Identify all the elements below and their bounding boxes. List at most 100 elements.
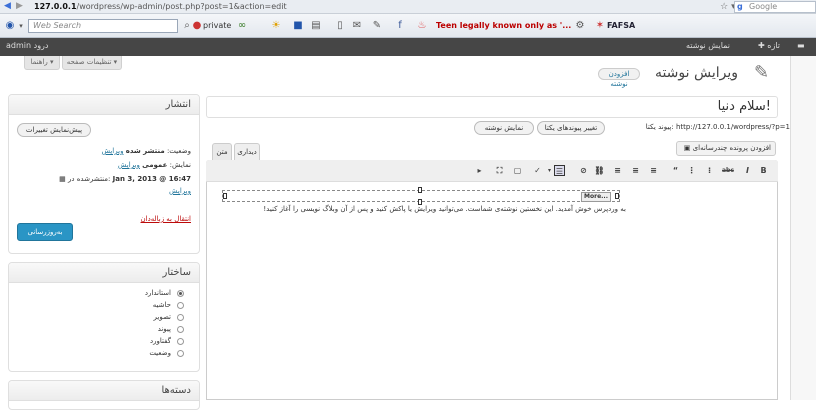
calendar-icon: ▦ (59, 175, 66, 183)
comments-icon[interactable]: ▬ (797, 41, 805, 50)
tab-html[interactable]: متن (212, 143, 232, 161)
view-post-button[interactable]: نمایش نوشته (474, 121, 534, 135)
bulleted-list-icon[interactable]: ⁝ (704, 165, 715, 176)
publish-box-title: انتشار (9, 95, 199, 115)
post-content[interactable]: به وردپرس خوش آمدید. این نخستین نوشته‌ی … (263, 205, 626, 213)
screen-options-tab[interactable]: تنظیمات صفحه ▾ (62, 56, 122, 70)
page-icon[interactable]: ▯ (334, 20, 346, 32)
edit-status-link[interactable]: ویرایش (101, 147, 123, 155)
numbered-list-icon[interactable]: ⋮ (686, 165, 697, 176)
facebook-icon[interactable]: f (394, 20, 406, 32)
format-label-standard: استاندارد (144, 289, 171, 297)
format-label-aside: حاشیه (152, 301, 171, 309)
align-right-icon[interactable]: ≡ (612, 165, 623, 176)
page-title: ویرایش نوشته (654, 65, 738, 81)
back-icon[interactable]: ◀ (4, 1, 11, 11)
weather-icon[interactable]: ☀ (270, 20, 282, 32)
edit-visibility-link[interactable]: ویرایش (118, 161, 140, 169)
permalink-url[interactable]: http://127.0.0.1/wordpress/?p=1 (676, 123, 790, 131)
italic-icon[interactable]: I (742, 165, 753, 176)
spellcheck-icon[interactable]: ✓ (532, 165, 543, 176)
news-ticker[interactable]: Teen legally known only as '... (436, 20, 571, 32)
blockquote-icon[interactable]: “ (670, 165, 681, 176)
view-post-link[interactable]: نمایش نوشته (686, 41, 730, 50)
gear-icon[interactable]: ⚙ (574, 20, 586, 32)
right-panel (790, 56, 816, 400)
insert-link-icon[interactable]: ⛓ (594, 165, 605, 176)
permalink-label: پیوند یکتا: (645, 123, 674, 131)
browser-toolbar: ◉ ▾ Web Search ⌕ ● private ∞ ☀ ■ ▤ ▯ ✉ ✎… (0, 14, 816, 38)
plus-icon: ✚ (758, 41, 765, 50)
status-label: وضعیت: (166, 147, 191, 155)
format-radio-status[interactable] (177, 350, 184, 357)
link-icon[interactable]: ∞ (236, 20, 248, 32)
change-permalinks-button[interactable]: تغییر پیوندهای یکتا (537, 121, 605, 135)
toggle-toolbar-icon[interactable]: ▸ (474, 165, 485, 176)
address-field[interactable]: 127.0.0.1/wordpress/wp-admin/post.php?po… (34, 2, 287, 11)
fullscreen-icon[interactable]: ⛶ (494, 165, 505, 176)
bold-icon[interactable]: B (758, 165, 769, 176)
update-button[interactable]: به‌روزرسانی (17, 223, 73, 241)
mail-icon[interactable]: ✉ (351, 20, 363, 32)
star-icon[interactable]: ✶ (594, 20, 606, 32)
format-box-title: ساختار (9, 263, 199, 283)
format-label-status: وضعیت (149, 349, 171, 357)
pin-icon: ✎ (754, 62, 770, 83)
admin-user-link[interactable]: admin درود (6, 41, 48, 50)
format-radio-image[interactable] (177, 314, 184, 321)
move-to-trash-link[interactable]: انتقال به زباله‌دان (141, 215, 191, 223)
align-center-icon[interactable]: ≡ (630, 165, 641, 176)
format-radio-quote[interactable] (177, 338, 184, 345)
more-tag[interactable]: More... (222, 187, 620, 205)
private-icon[interactable]: ● (191, 20, 203, 32)
format-box: ساختار استاندارد حاشیه تصویر پیوند گفتاو… (8, 262, 200, 372)
permalink-row: پیوند یکتا: http://127.0.0.1/wordpress/?… (646, 123, 790, 131)
counter-icon[interactable]: ■ (292, 20, 304, 32)
new-content-link[interactable]: ✚ تازه (758, 41, 780, 50)
dropdown-arrow-icon[interactable]: ▾ (15, 20, 27, 32)
notes-icon[interactable]: ▤ (310, 20, 322, 32)
wp-admin-bar: admin درود نمایش نوشته ✚ تازه ▬ (0, 38, 816, 56)
forward-icon[interactable]: ▶ (16, 1, 23, 11)
resize-handle[interactable] (418, 187, 422, 193)
tools-icon[interactable]: ✎ (371, 20, 383, 32)
distraction-free-icon[interactable]: ▢ (512, 165, 523, 176)
format-label-quote: گفتاورد (150, 337, 171, 345)
media-icon: ▣ (683, 144, 691, 152)
web-search-input[interactable]: Web Search (28, 19, 178, 33)
resize-handle[interactable] (223, 193, 227, 199)
published-date: Jan 3, 2013 @ 16:47 (112, 175, 191, 183)
visibility-label: نمایش: (169, 161, 191, 169)
format-label-image: تصویر (153, 313, 171, 321)
fire-icon[interactable]: ♨ (416, 20, 428, 32)
status-value: منتشر شده (125, 147, 165, 155)
categories-box: دسته‌ها (8, 380, 200, 410)
align-left-icon[interactable]: ≡ (648, 165, 659, 176)
upload-insert-button[interactable]: ▣ افزودن پرونده چندرسانه‌ای (676, 141, 776, 156)
insert-more-tag-icon[interactable]: ☰ (554, 165, 565, 176)
google-icon: g (737, 2, 743, 11)
publish-box: انتشار پیش‌نمایش تغییرات وضعیت: منتشر شد… (8, 94, 200, 254)
unlink-icon[interactable]: ⊘ (578, 165, 589, 176)
add-new-button[interactable]: افزودن نوشته (598, 68, 640, 88)
visibility-value: عمومی (142, 161, 168, 169)
tab-visual[interactable]: دیداری (234, 143, 260, 161)
format-radio-aside[interactable] (177, 302, 184, 309)
private-label[interactable]: private (203, 20, 231, 32)
strikethrough-icon[interactable]: abc (722, 165, 734, 176)
google-search-box[interactable]: g Google (734, 1, 816, 13)
status-row: وضعیت: منتشر شده ویرایش (101, 147, 191, 155)
more-tag-label: More... (581, 192, 611, 202)
post-title-input[interactable]: سلام دنیا! (206, 96, 778, 118)
fafsa-link[interactable]: FAFSA (607, 20, 635, 32)
preview-changes-button[interactable]: پیش‌نمایش تغییرات (17, 123, 91, 137)
format-radio-standard[interactable] (177, 290, 184, 297)
help-tab[interactable]: راهنما ▾ (24, 56, 60, 70)
format-radio-link[interactable] (177, 326, 184, 333)
categories-box-title: دسته‌ها (9, 381, 199, 401)
resize-handle[interactable] (615, 193, 619, 199)
published-row: ▦ منتشرشده در: Jan 3, 2013 @ 16:47 (59, 175, 191, 183)
editor-toolbar: ▸ ⛶ ▢ ✓ ▾ ☰ ⊘ ⛓ ≡ ≡ ≡ “ ⋮ ⁝ abc I B (206, 160, 778, 182)
edit-date-link[interactable]: ویرایش (169, 187, 191, 195)
browser-url-bar: ◀ ▶ 127.0.0.1/wordpress/wp-admin/post.ph… (0, 0, 816, 14)
